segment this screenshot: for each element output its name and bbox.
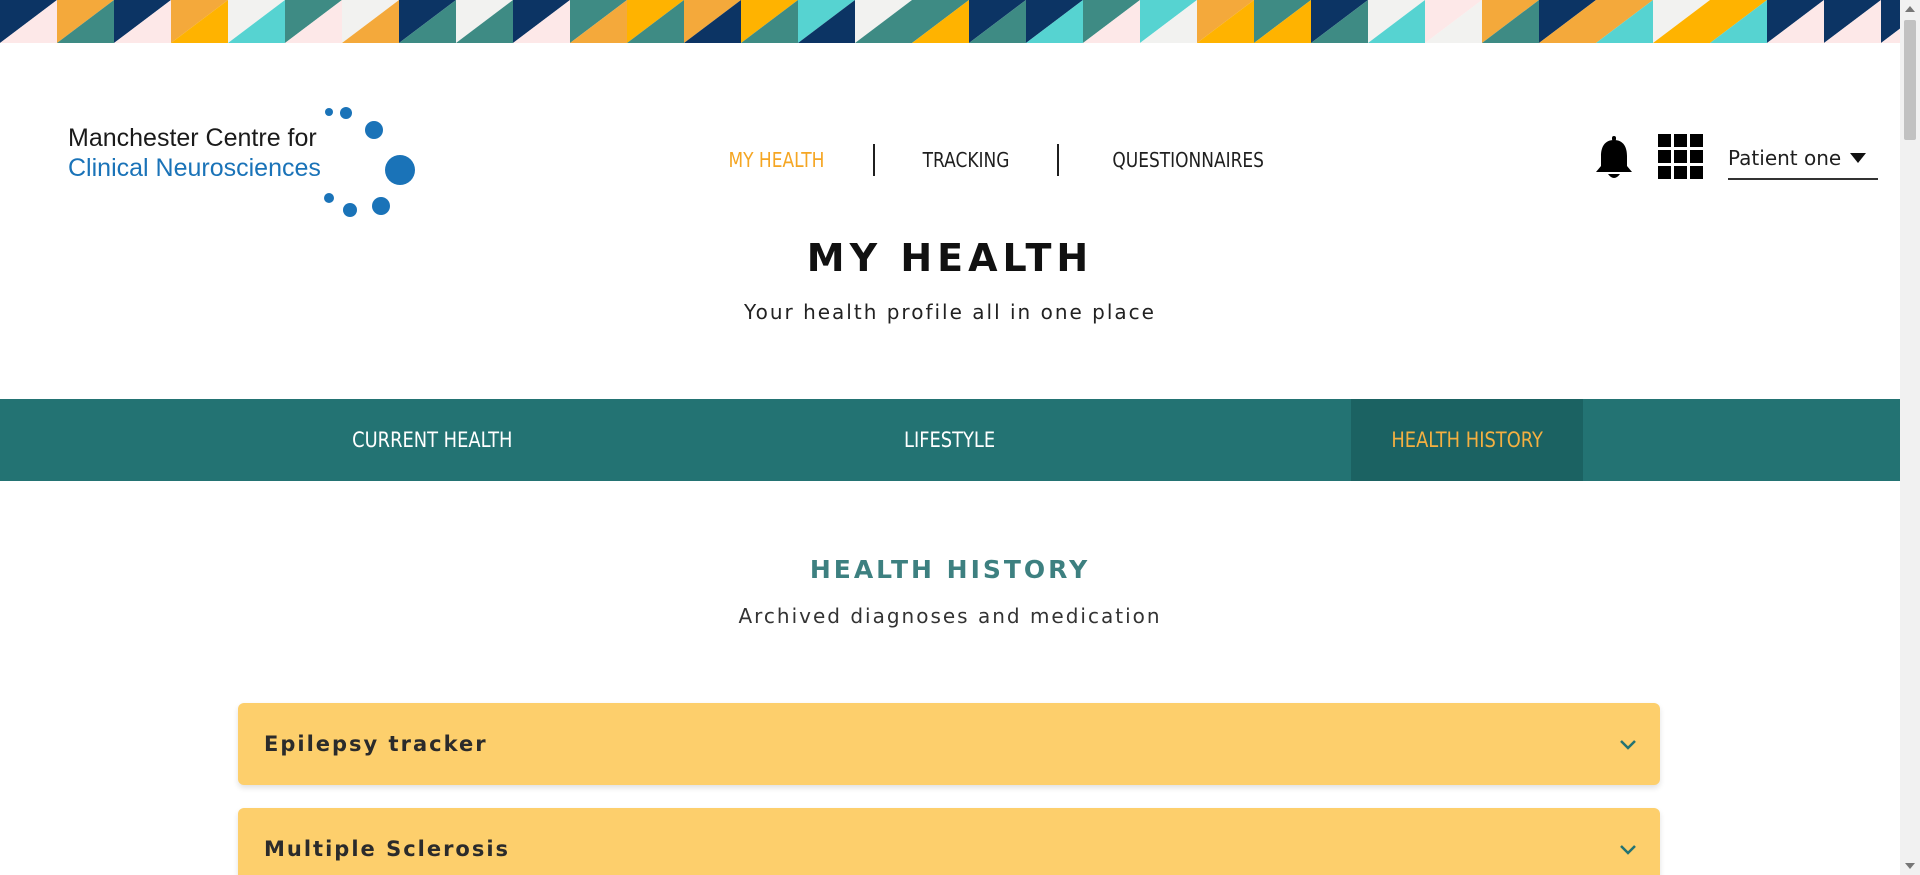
bell-icon[interactable] [1594,136,1634,180]
accordion-multiple-sclerosis[interactable]: Multiple Sclerosis [238,808,1660,875]
chevron-down-icon [1620,845,1636,855]
scroll-thumb[interactable] [1904,20,1916,140]
tab-label: LIFESTYLE [904,428,996,452]
tab-label: HEALTH HISTORY [1391,428,1543,452]
section-subtitle: Archived diagnoses and medication [738,604,1162,628]
grid-icon[interactable] [1658,134,1704,180]
page: Manchester Centre for Clinical Neuroscie… [0,0,1920,875]
accordion-title: Multiple Sclerosis [264,837,511,861]
tab-label: CURRENT HEALTH [351,428,513,452]
nav-my-health[interactable]: MY HEALTH [694,144,858,176]
caret-down-icon [1850,153,1866,163]
nav-questionnaires[interactable]: QUESTIONNAIRES [1078,144,1298,176]
tab-lifestyle[interactable]: LIFESTYLE [800,399,1100,481]
tab-health-history[interactable]: HEALTH HISTORY [1351,399,1583,481]
section-title: HEALTH HISTORY [809,555,1091,584]
accordion-epilepsy-tracker[interactable]: Epilepsy tracker [238,703,1660,785]
logo-text-line1: Manchester Centre for [68,124,317,152]
decorative-banner [0,0,1900,43]
health-tabs: CURRENT HEALTH LIFESTYLE HEALTH HISTORY [0,399,1900,481]
chevron-down-icon [1620,740,1636,750]
scroll-up-icon[interactable] [1905,6,1915,12]
accordion-title: Epilepsy tracker [264,732,488,756]
logo[interactable]: Manchester Centre for Clinical Neuroscie… [68,104,415,224]
main-nav: MY HEALTH TRACKING QUESTIONNAIRES [680,142,1317,178]
nav-divider [872,144,875,176]
page-title: MY HEALTH [806,236,1094,280]
logo-dots-icon [324,107,415,217]
user-name: Patient one [1728,146,1842,170]
logo-text-line2: Clinical Neurosciences [68,154,321,182]
tab-current-health[interactable]: CURRENT HEALTH [282,399,582,481]
scroll-down-icon[interactable] [1905,863,1915,869]
vertical-scrollbar[interactable] [1900,0,1920,875]
nav-divider [1056,144,1059,176]
page-subtitle: Your health profile all in one place [744,300,1156,324]
nav-tracking[interactable]: TRACKING [888,144,1043,176]
user-menu-dropdown[interactable]: Patient one [1728,144,1878,180]
